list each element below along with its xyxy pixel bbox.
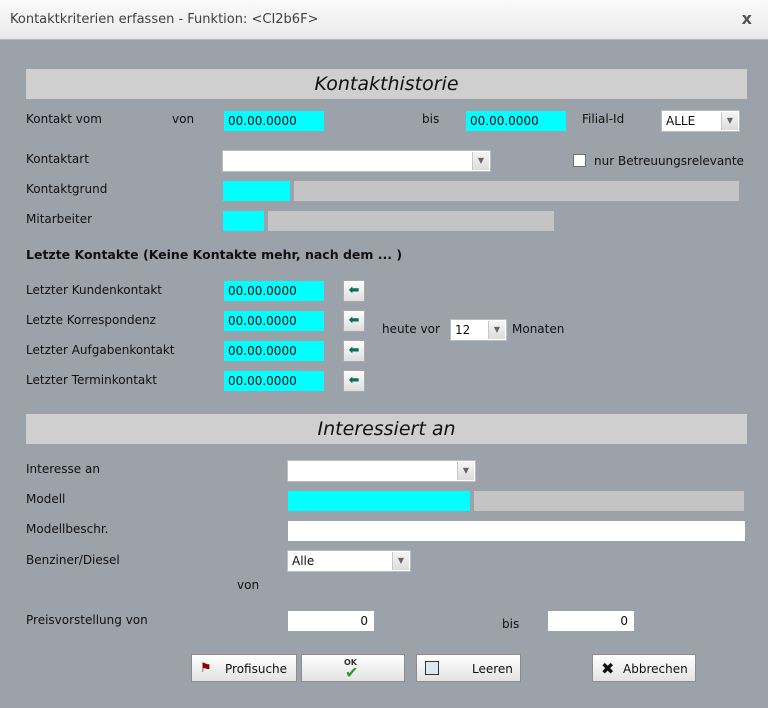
abbrechen-button[interactable]: ✖ Abbrechen (592, 654, 696, 682)
letzter-kundenkontakt-input[interactable]: 00.00.0000 (224, 281, 324, 301)
bis-label: bis (502, 617, 520, 631)
filial-id-label: Filial-Id (582, 112, 625, 126)
interesse-an-label: Interesse an (26, 462, 100, 476)
modellbeschr-label: Modellbeschr. (26, 522, 109, 536)
monaten-label: Monaten (512, 322, 565, 336)
arrow-left-icon[interactable]: ⬅ (343, 310, 365, 332)
von-label: von (172, 112, 195, 126)
kontaktart-label: Kontaktart (26, 152, 89, 166)
modell-description (474, 491, 744, 511)
heute-vor-label: heute vor (382, 322, 440, 336)
preis-von-input[interactable]: 0 (288, 611, 374, 631)
nur-betreuungsrelevante-checkbox[interactable] (573, 154, 586, 167)
kontaktart-select[interactable]: ▼ (222, 150, 491, 172)
ok-button[interactable]: OK ✔ (301, 654, 405, 682)
benziner-diesel-label: Benziner/Diesel (26, 553, 120, 567)
section-header-interessiert-an: Interessiert an (26, 414, 747, 444)
filial-id-value: ALLE (666, 114, 696, 128)
arrow-left-icon[interactable]: ⬅ (343, 280, 365, 302)
chevron-down-icon[interactable]: ▼ (392, 552, 409, 570)
chevron-down-icon[interactable]: ▼ (457, 462, 474, 480)
chevron-down-icon[interactable]: ▼ (721, 112, 738, 130)
monate-value: 12 (455, 323, 471, 337)
arrow-left-icon[interactable]: ⬅ (343, 370, 365, 392)
von-label: von (237, 578, 260, 592)
monate-select[interactable]: 12 ▼ (450, 319, 507, 341)
modell-code-input[interactable] (288, 491, 470, 511)
letzter-terminkontakt-label: Letzter Terminkontakt (26, 373, 157, 387)
letzter-aufgabenkontakt-label: Letzter Aufgabenkontakt (26, 343, 175, 357)
mitarbeiter-label: Mitarbeiter (26, 212, 93, 226)
preis-bis-input[interactable]: 0 (548, 611, 634, 631)
letzte-korrespondenz-input[interactable]: 00.00.0000 (224, 311, 324, 331)
profisuche-button-label: Profisuche (225, 662, 288, 676)
clear-form-icon (425, 661, 439, 675)
benziner-diesel-value: Alle (292, 554, 315, 568)
interesse-an-select[interactable]: ▼ (287, 460, 476, 482)
arrow-left-icon[interactable]: ⬅ (343, 340, 365, 362)
checkmark-icon: ✔ (345, 663, 359, 682)
kontaktgrund-code-input[interactable] (223, 181, 290, 201)
abbrechen-button-label: Abbrechen (623, 662, 688, 676)
modellbeschr-input[interactable] (288, 521, 745, 541)
close-button[interactable]: x (742, 9, 752, 28)
kontakt-bis-input[interactable]: 00.00.0000 (466, 111, 566, 131)
profisuche-button[interactable]: ⚑ Profisuche (191, 654, 297, 682)
title-bar: Kontaktkriterien erfassen - Funktion: <C… (0, 0, 768, 40)
kontakt-von-input[interactable]: 00.00.0000 (224, 111, 324, 131)
mitarbeiter-code-input[interactable] (223, 211, 264, 231)
mitarbeiter-name (268, 211, 554, 231)
close-icon: ✖ (601, 659, 615, 678)
letzte-korrespondenz-label: Letzte Korrespondenz (26, 313, 156, 327)
letzter-kundenkontakt-label: Letzter Kundenkontakt (26, 283, 162, 297)
benziner-diesel-select[interactable]: Alle ▼ (287, 550, 411, 572)
chevron-down-icon[interactable]: ▼ (488, 321, 505, 339)
modell-label: Modell (26, 492, 66, 506)
preisvorstellung-label: Preisvorstellung von (26, 613, 148, 627)
leeren-button[interactable]: Leeren (416, 654, 521, 682)
kontakt-vom-label: Kontakt vom (26, 112, 102, 126)
letzter-terminkontakt-input[interactable]: 00.00.0000 (224, 371, 324, 391)
leeren-button-label: Leeren (472, 662, 513, 676)
letzte-kontakte-heading: Letzte Kontakte (Keine Kontakte mehr, na… (26, 247, 403, 262)
nur-betreuungsrelevante-label: nur Betreuungsrelevante (594, 154, 744, 168)
kontaktgrund-description (294, 181, 739, 201)
window-title: Kontaktkriterien erfassen - Funktion: <C… (10, 12, 319, 27)
bis-label: bis (422, 112, 440, 126)
section-header-kontakthistorie: Kontakthistorie (26, 69, 747, 99)
letzter-aufgabenkontakt-input[interactable]: 00.00.0000 (224, 341, 324, 361)
filial-id-select[interactable]: ALLE ▼ (661, 110, 740, 132)
chevron-down-icon[interactable]: ▼ (472, 152, 489, 170)
kontaktgrund-label: Kontaktgrund (26, 182, 108, 196)
flag-icon: ⚑ (200, 661, 212, 676)
